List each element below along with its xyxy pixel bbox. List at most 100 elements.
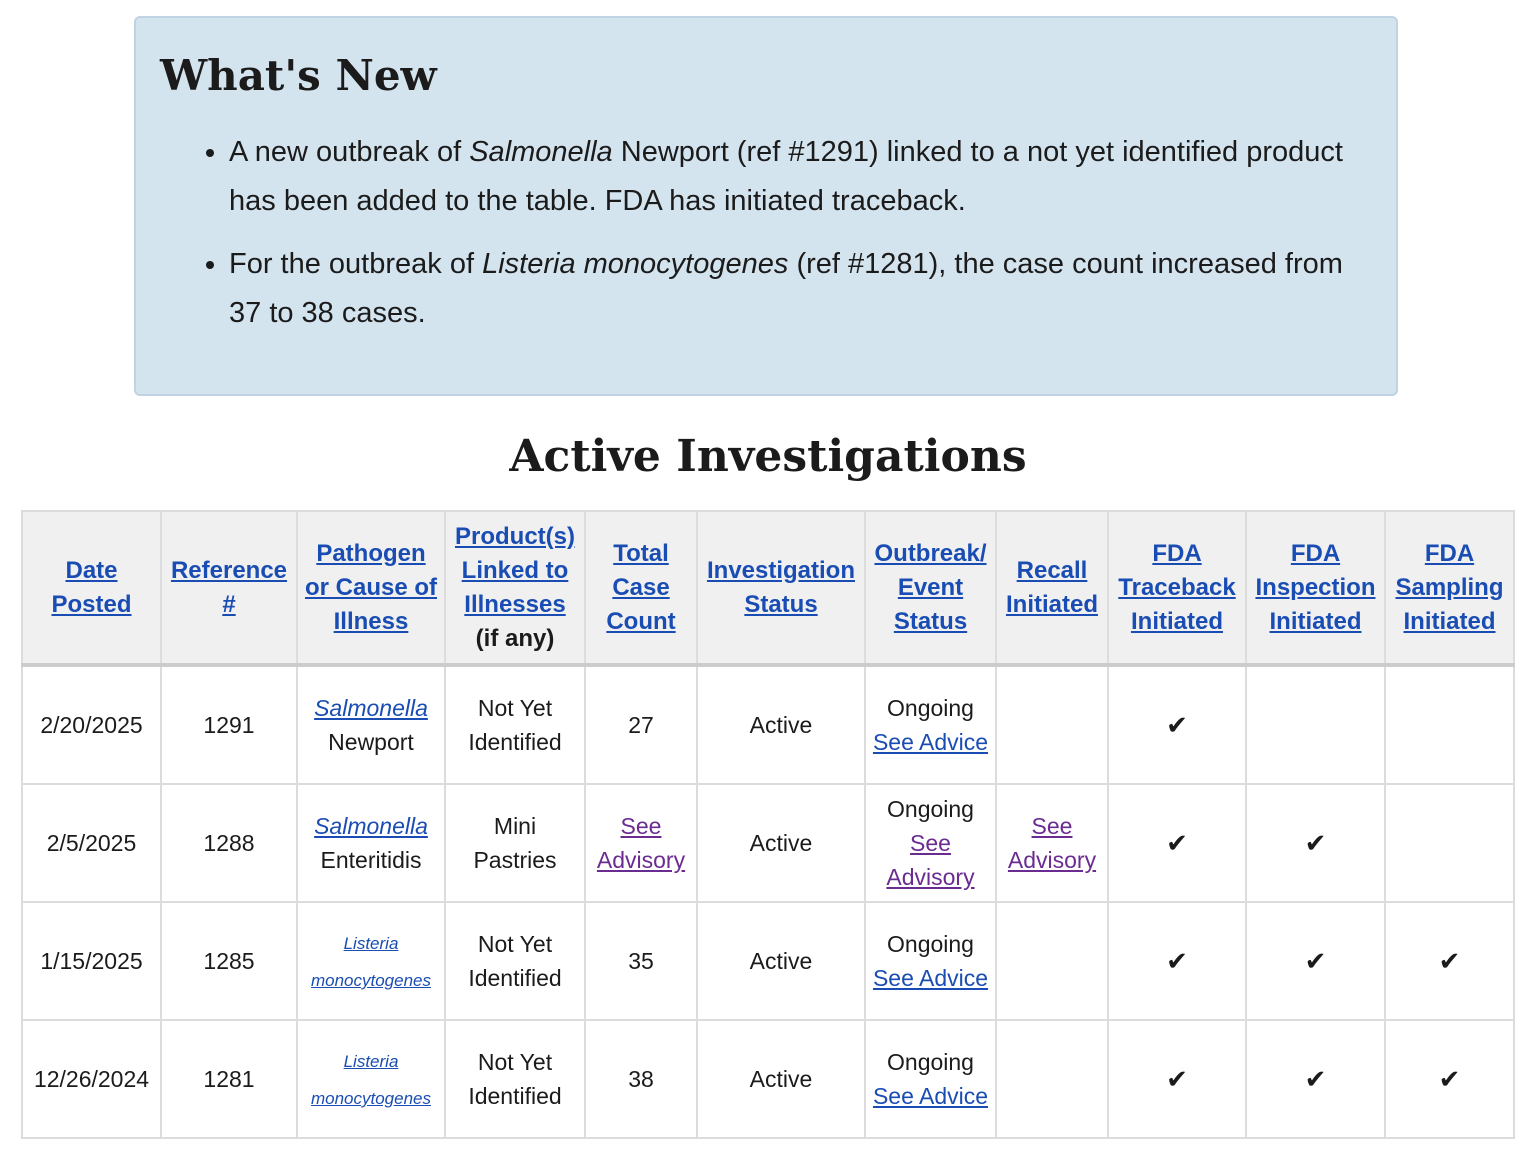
see-advice-link[interactable]: See Advice [873, 965, 988, 991]
active-investigations-table: Date Posted Reference # Pathogen or Caus… [21, 510, 1515, 1139]
item-text: A new outbreak of [229, 136, 470, 168]
traceback-cell: ✔ [1107, 901, 1247, 1021]
whats-new-panel: What's New A new outbreak of Salmonella … [134, 16, 1398, 396]
outbreak-status-text: Ongoing [887, 796, 974, 822]
sampling-cell [1384, 664, 1515, 785]
table-header: Date Posted Reference # Pathogen or Caus… [21, 510, 1515, 667]
checkmark-icon: ✔ [1438, 945, 1461, 976]
date-cell: 2/5/2025 [21, 783, 162, 903]
outbreak-status-cell: Ongoing See Advice [864, 901, 997, 1021]
item-text: For the outbreak of [229, 248, 483, 280]
date-cell: 12/26/2024 [21, 1019, 162, 1139]
pathogen-link[interactable]: Listeria monocytogenes [311, 1052, 431, 1108]
item-italic-text: Listeria monocytogenes [482, 248, 789, 280]
column-header: FDA Traceback Initiated [1107, 510, 1247, 667]
column-header: Date Posted [21, 510, 162, 667]
investigation-status-cell: Active [696, 901, 866, 1021]
sampling-cell: ✔ [1384, 1019, 1515, 1139]
product-cell: Mini Pastries [444, 783, 586, 903]
sort-link-inspection[interactable]: FDA Inspection Initiated [1255, 540, 1375, 635]
sort-link-traceback[interactable]: FDA Traceback Initiated [1118, 540, 1235, 635]
pathogen-link[interactable]: Salmonella [314, 695, 428, 721]
pathogen-link[interactable]: Salmonella [314, 813, 428, 839]
outbreak-status-cell: Ongoing See Advice [864, 1019, 997, 1139]
column-header: FDA Sampling Initiated [1384, 510, 1515, 667]
sort-link-pathogen[interactable]: Pathogen or Cause of Illness [305, 540, 437, 635]
column-header: FDA Inspection Initiated [1245, 510, 1386, 667]
reference-cell: 1285 [160, 901, 298, 1021]
column-header: Pathogen or Cause of Illness [296, 510, 446, 667]
see-advisory-link[interactable]: See Advisory [1008, 813, 1096, 873]
recall-cell [995, 664, 1109, 785]
whats-new-item: For the outbreak of Listeria monocytogen… [229, 240, 1372, 338]
outbreak-status-text: Ongoing [887, 931, 974, 957]
sort-link-outbreak-status[interactable]: Outbreak/ Event Status [874, 540, 986, 635]
sort-link-products[interactable]: Product(s) Linked to Illnesses [455, 523, 575, 618]
see-advice-link[interactable]: See Advice [873, 1083, 988, 1109]
column-header: Outbreak/ Event Status [864, 510, 997, 667]
table-row: 2/20/2025 1291 Salmonella Newport Not Yet… [21, 664, 1515, 785]
traceback-cell: ✔ [1107, 664, 1247, 785]
checkmark-icon: ✔ [1166, 945, 1188, 976]
reference-cell: 1281 [160, 1019, 298, 1139]
pathogen-serotype: Newport [328, 729, 414, 755]
outbreak-status-text: Ongoing [887, 695, 974, 721]
see-advice-link[interactable]: See Advice [873, 729, 988, 755]
product-cell: Not Yet Identified [444, 664, 586, 785]
section-title: Active Investigations [509, 431, 1027, 482]
outbreak-status-cell: Ongoing See Advisory [864, 783, 997, 903]
sampling-cell: ✔ [1384, 901, 1515, 1021]
sort-link-date-posted[interactable]: Date Posted [51, 557, 131, 618]
sort-link-investigation-status[interactable]: Investigation Status [707, 557, 855, 618]
column-header: Investigation Status [696, 510, 866, 667]
checkmark-icon: ✔ [1166, 709, 1188, 740]
table-row: 1/15/2025 1285 Listeria monocytogenes No… [21, 901, 1515, 1021]
sort-link-case-count[interactable]: Total Case Count [606, 540, 675, 635]
column-header: Product(s) Linked to Illnesses (if any) [444, 510, 586, 667]
recall-cell [995, 1019, 1109, 1139]
pathogen-cell: Salmonella Enteritidis [296, 783, 446, 903]
date-cell: 2/20/2025 [21, 664, 162, 785]
product-cell: Not Yet Identified [444, 901, 586, 1021]
inspection-cell: ✔ [1245, 901, 1386, 1021]
table-row: 12/26/2024 1281 Listeria monocytogenes N… [21, 1019, 1515, 1139]
sampling-cell [1384, 783, 1515, 903]
pathogen-link[interactable]: Listeria monocytogenes [311, 934, 431, 990]
pathogen-cell: Listeria monocytogenes [296, 1019, 446, 1139]
recall-cell [995, 901, 1109, 1021]
whats-new-item: A new outbreak of Salmonella Newport (re… [229, 128, 1372, 226]
sort-link-reference[interactable]: Reference # [171, 557, 287, 618]
product-cell: Not Yet Identified [444, 1019, 586, 1139]
checkmark-icon: ✔ [1166, 827, 1188, 858]
column-header: Recall Initiated [995, 510, 1109, 667]
investigation-status-cell: Active [696, 783, 866, 903]
traceback-cell: ✔ [1107, 783, 1247, 903]
reference-cell: 1288 [160, 783, 298, 903]
checkmark-icon: ✔ [1304, 945, 1327, 976]
checkmark-icon: ✔ [1304, 827, 1327, 858]
case-count-cell: 27 [584, 664, 698, 785]
sort-link-recall[interactable]: Recall Initiated [1006, 557, 1098, 618]
see-advisory-link[interactable]: See Advisory [597, 813, 685, 873]
case-count-cell: 35 [584, 901, 698, 1021]
outbreak-status-cell: Ongoing See Advice [864, 664, 997, 785]
investigation-status-cell: Active [696, 664, 866, 785]
checkmark-icon: ✔ [1304, 1063, 1327, 1094]
see-advisory-link[interactable]: See Advisory [886, 830, 974, 890]
case-count-cell: See Advisory [584, 783, 698, 903]
whats-new-title: What's New [160, 51, 437, 100]
recall-cell: See Advisory [995, 783, 1109, 903]
inspection-cell [1245, 664, 1386, 785]
reference-cell: 1291 [160, 664, 298, 785]
header-row: Date Posted Reference # Pathogen or Caus… [21, 510, 1515, 667]
inspection-cell: ✔ [1245, 783, 1386, 903]
case-count-cell: 38 [584, 1019, 698, 1139]
date-cell: 1/15/2025 [21, 901, 162, 1021]
pathogen-cell: Listeria monocytogenes [296, 901, 446, 1021]
column-header: Reference # [160, 510, 298, 667]
table-body: 2/20/2025 1291 Salmonella Newport Not Yet… [21, 664, 1515, 1139]
header-note: (if any) [475, 624, 555, 652]
sort-link-sampling[interactable]: FDA Sampling Initiated [1395, 540, 1503, 635]
table-row: 2/5/2025 1288 Salmonella Enteritidis Mini… [21, 783, 1515, 903]
checkmark-icon: ✔ [1166, 1063, 1188, 1094]
